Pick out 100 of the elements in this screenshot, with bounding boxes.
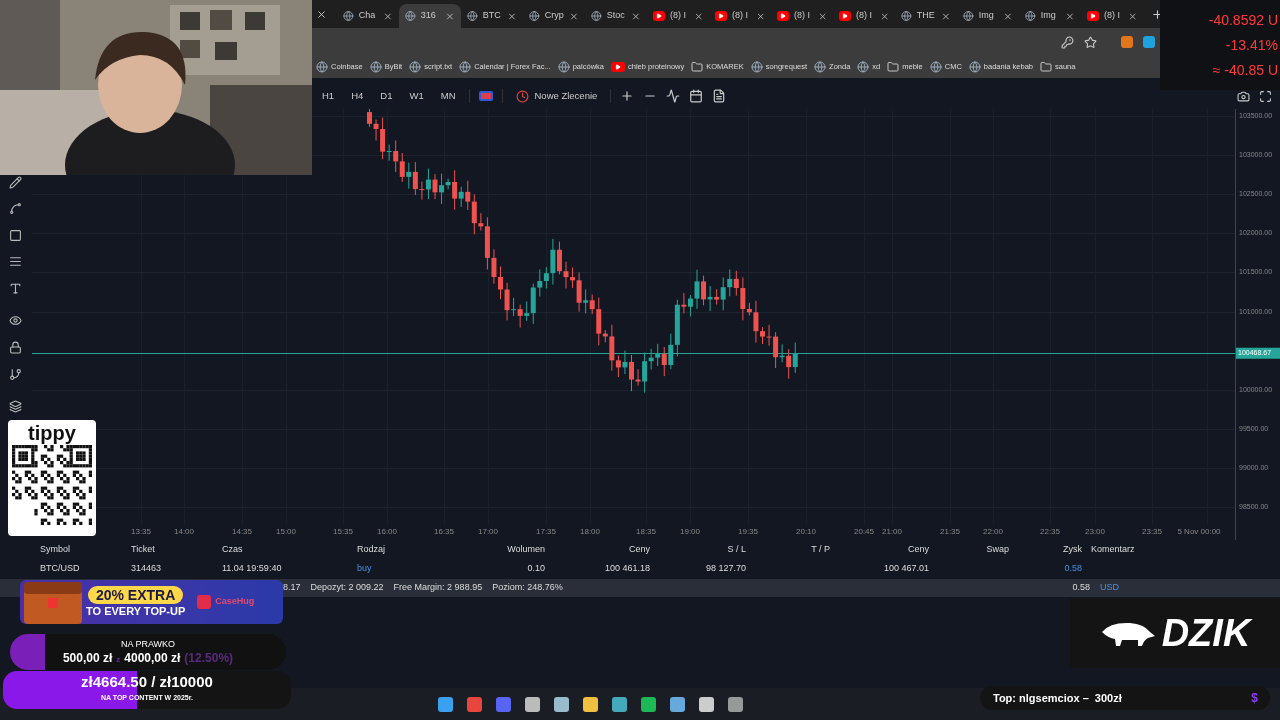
close-icon[interactable] (1065, 10, 1075, 22)
timeframe-button[interactable]: W1 (405, 88, 428, 104)
subline: TO EVERY TOP-UP (86, 604, 186, 618)
play-icon (777, 11, 789, 21)
globe-icon (901, 10, 912, 22)
browser-tab[interactable]: Stoc (585, 4, 647, 28)
app-icon[interactable] (553, 696, 569, 712)
browser-tab[interactable]: 316 (399, 4, 461, 28)
timeframe-button[interactable]: H4 (347, 88, 368, 104)
time-label: 5 Nov 00:00 (1177, 526, 1221, 538)
browser-tab[interactable]: Img (1019, 4, 1081, 28)
star-icon[interactable] (1084, 35, 1097, 49)
browser-tab[interactable]: THE (895, 4, 957, 28)
extension-icon[interactable] (1143, 36, 1155, 48)
time-label: 17:00 (478, 526, 498, 538)
eye-icon[interactable] (9, 314, 22, 327)
lock-icon[interactable] (9, 341, 22, 354)
browser-tab[interactable]: (8) I (647, 4, 709, 28)
account-stat: Poziom: 248.76% (492, 581, 563, 595)
globe-icon (529, 10, 540, 22)
app-icon[interactable] (524, 696, 540, 712)
browser-tab[interactable]: (8) I (709, 4, 771, 28)
globe-icon (467, 10, 478, 22)
branch-icon[interactable] (9, 368, 22, 381)
app-icon[interactable] (611, 696, 627, 712)
calendar-icon[interactable] (689, 89, 704, 103)
curve-icon[interactable] (9, 202, 22, 215)
column-header: Symbol (40, 542, 71, 556)
table-cell-text: 314463 (131, 562, 163, 576)
globe-icon (963, 10, 974, 22)
key-icon[interactable] (1061, 35, 1074, 49)
browser-tab[interactable]: Img (957, 4, 1019, 28)
timeframe-button[interactable]: H1 (318, 88, 339, 104)
goal-target: 4000,00 zł (124, 651, 181, 665)
table-cell-text: 100 461.18 (603, 562, 650, 576)
close-icon[interactable] (631, 10, 641, 22)
time-label: 18:35 (636, 526, 656, 538)
headline: 20% EXTRA (87, 586, 184, 604)
pencil-icon[interactable] (9, 176, 22, 189)
column-header: Ceny (628, 542, 650, 556)
tab-title: (8) I (793, 9, 811, 23)
lines-icon[interactable] (9, 255, 22, 268)
browser-tab[interactable]: (8) I (771, 4, 833, 28)
text-icon[interactable] (9, 282, 22, 295)
app-icon[interactable] (437, 696, 453, 712)
timeframe-button[interactable]: D1 (376, 88, 397, 104)
chart-type-icon[interactable] (478, 91, 493, 101)
browser-tab[interactable]: Cryp (523, 4, 585, 28)
close-icon[interactable] (1003, 10, 1013, 22)
camera-icon[interactable] (1237, 89, 1250, 103)
app-icon[interactable] (698, 696, 714, 712)
rectangle-icon[interactable] (9, 229, 22, 242)
time-label: 16:00 (377, 526, 397, 538)
ticker-value: -40.8592 U (1208, 11, 1278, 30)
column-header: Ceny (907, 542, 929, 556)
close-icon[interactable] (383, 10, 393, 22)
browser-tab[interactable]: (8) I (833, 4, 895, 28)
time-label: 22:35 (1040, 526, 1060, 538)
zoom-in-icon[interactable] (620, 89, 635, 103)
ticker-value: ≈ -40.85 U (1212, 61, 1278, 80)
tab-title: THE (916, 9, 936, 23)
goal-current: 500,00 zł (62, 651, 113, 665)
globe-icon (750, 61, 763, 73)
close-icon[interactable] (316, 8, 327, 20)
table-cell-text: buy (357, 562, 373, 576)
new-order-button[interactable]: Nowe Zlecenie (511, 88, 602, 104)
browser-tab[interactable]: BTC (461, 4, 523, 28)
indicator-icon[interactable] (666, 89, 681, 103)
app-icon[interactable] (640, 696, 656, 712)
time-label: 15:00 (276, 526, 296, 538)
globe-icon (929, 61, 942, 73)
layers-icon[interactable] (9, 400, 22, 413)
profit-total: 0.58 (1072, 581, 1090, 595)
tab-title: (8) I (855, 9, 873, 23)
app-icon[interactable] (582, 696, 598, 712)
app-icon[interactable] (669, 696, 685, 712)
app-icon[interactable] (466, 696, 482, 712)
close-icon[interactable] (569, 10, 579, 22)
fullscreen-icon[interactable] (1259, 89, 1272, 103)
globe-icon (814, 61, 827, 73)
time-label: 15:35 (333, 526, 353, 538)
brand-name: DZIK (1161, 610, 1251, 656)
globe-icon (409, 61, 422, 73)
tab-title: Cha (358, 9, 377, 23)
column-header: Ticket (131, 542, 156, 556)
globe-icon (1025, 10, 1036, 22)
close-icon[interactable] (941, 10, 951, 22)
time-label: 20:10 (796, 526, 816, 538)
time-label: 19:00 (680, 526, 700, 538)
app-icon[interactable] (727, 696, 743, 712)
notes-icon[interactable] (712, 89, 727, 103)
close-icon[interactable] (507, 10, 517, 22)
time-label: 22:00 (983, 526, 1003, 538)
browser-tab[interactable]: (8) I (1081, 4, 1143, 28)
brand-name: CaseHug (215, 595, 255, 609)
globe-icon (459, 61, 472, 73)
goal-separator: z (116, 654, 121, 666)
browser-tab[interactable]: Cha (337, 4, 399, 28)
column-header: Swap (985, 542, 1009, 556)
timeframe-button[interactable]: MN (436, 88, 460, 104)
